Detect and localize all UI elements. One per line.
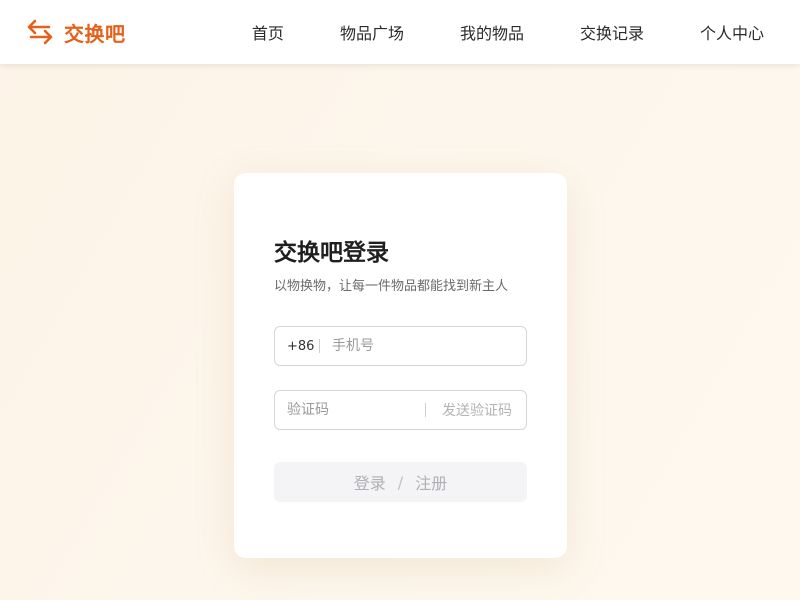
brand-name: 交换吧 bbox=[64, 21, 126, 46]
login-title: 交换吧登录 bbox=[274, 240, 389, 266]
login-label: 登录 bbox=[353, 474, 386, 493]
phone-field: +86 bbox=[274, 326, 527, 366]
login-card: 交换吧登录 以物换物，让每一件物品都能找到新主人 +86 发送验证码 登录 / … bbox=[234, 173, 567, 558]
verification-code-input[interactable] bbox=[275, 391, 425, 429]
country-code-prefix[interactable]: +86 bbox=[275, 339, 319, 354]
brand[interactable]: 交换吧 bbox=[26, 0, 126, 64]
nav-item-exchange-records[interactable]: 交换记录 bbox=[580, 20, 644, 44]
phone-input[interactable] bbox=[320, 327, 510, 365]
nav-item-item-square[interactable]: 物品广场 bbox=[340, 20, 404, 44]
login-subtitle: 以物换物，让每一件物品都能找到新主人 bbox=[274, 279, 509, 294]
nav-item-home[interactable]: 首页 bbox=[252, 20, 284, 44]
verification-code-field: 发送验证码 bbox=[274, 390, 527, 430]
swap-arrows-icon bbox=[27, 19, 53, 45]
login-register-button[interactable]: 登录 / 注册 bbox=[274, 462, 527, 502]
submit-separator: / bbox=[397, 472, 404, 492]
top-navigation-bar: 交换吧 首页 物品广场 我的物品 交换记录 个人中心 bbox=[0, 0, 800, 64]
register-label: 注册 bbox=[415, 474, 448, 493]
main-nav: 首页 物品广场 我的物品 交换记录 个人中心 bbox=[252, 0, 764, 64]
send-code-button[interactable]: 发送验证码 bbox=[426, 400, 512, 420]
nav-item-profile[interactable]: 个人中心 bbox=[700, 20, 764, 44]
nav-item-my-items[interactable]: 我的物品 bbox=[460, 20, 524, 44]
